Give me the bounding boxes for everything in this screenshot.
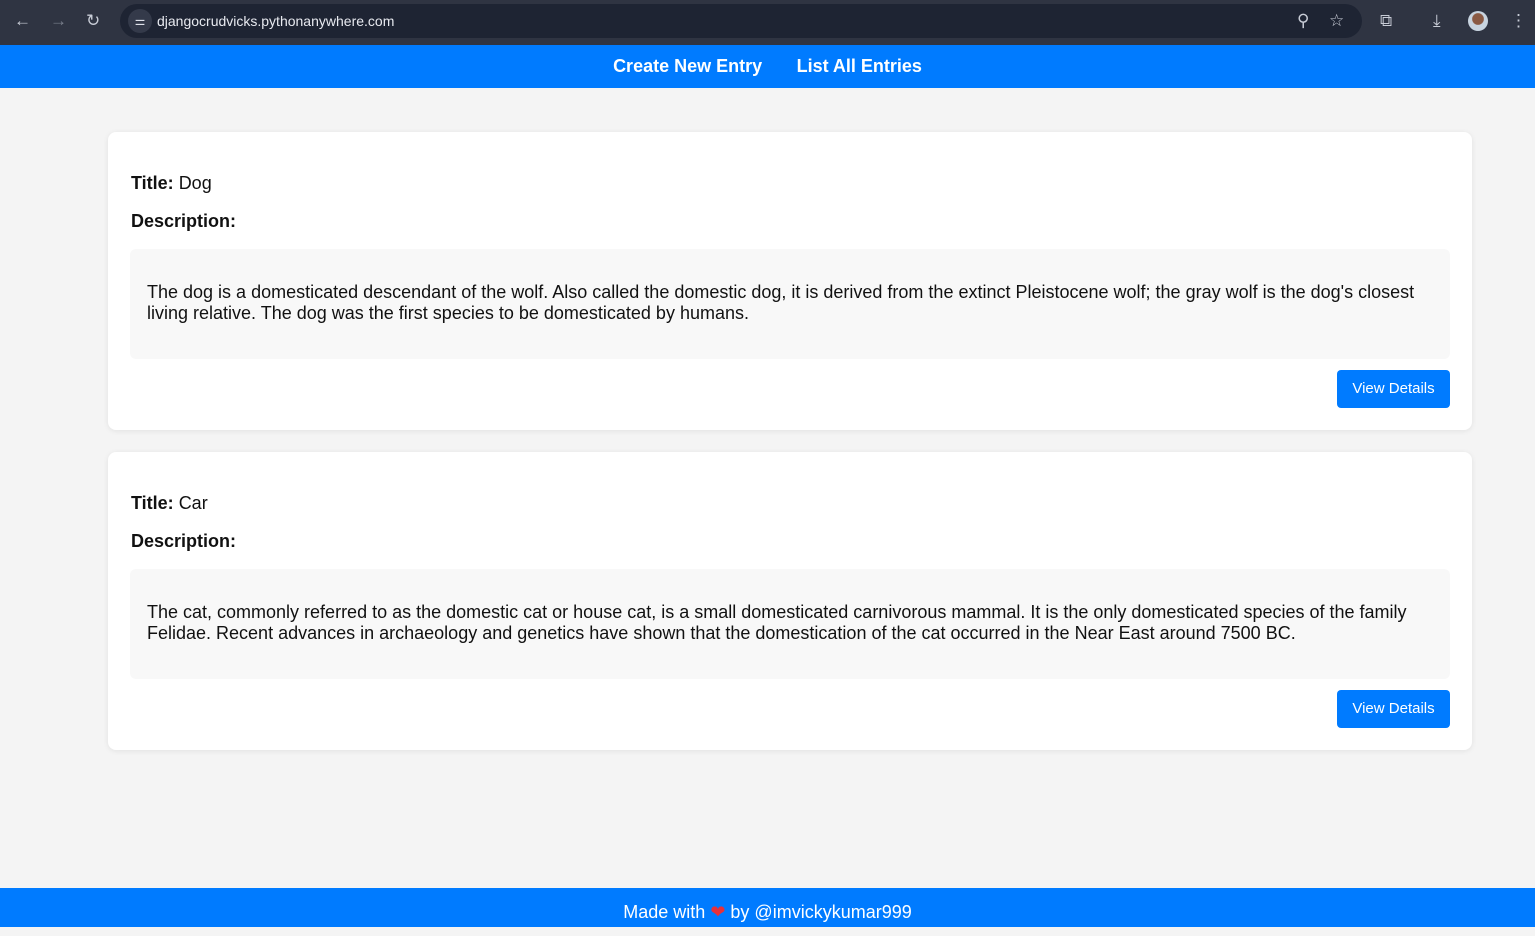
entry-card: Title: Car Description: The cat, commonl… (108, 452, 1472, 750)
view-details-button[interactable]: View Details (1337, 370, 1450, 408)
menu-icon[interactable]: ⋮ (1510, 10, 1527, 32)
heart-icon: ❤ (710, 902, 726, 922)
zoom-icon[interactable]: ⚲ (1297, 10, 1309, 32)
footer-author: by @imvickykumar999 (730, 902, 912, 922)
reload-icon[interactable]: ↻ (86, 10, 100, 32)
create-new-entry-link[interactable]: Create New Entry (613, 45, 762, 88)
bookmark-star-icon[interactable]: ☆ (1329, 10, 1344, 32)
entry-description: The dog is a domesticated descendant of … (130, 249, 1450, 359)
url-text: djangocrudvicks.pythonanywhere.com (157, 13, 395, 29)
list-all-entries-link[interactable]: List All Entries (797, 45, 922, 88)
download-icon[interactable]: ⤓ (1433, 10, 1441, 32)
view-details-button[interactable]: View Details (1337, 690, 1450, 728)
forward-icon[interactable]: → (50, 10, 67, 32)
extensions-icon[interactable]: ⧉ (1380, 10, 1392, 32)
entry-title: Title: Dog (131, 173, 212, 193)
footer: Made with ❤ by @imvickykumar999 (0, 888, 1535, 927)
description-label: Description: (131, 531, 237, 551)
description-label: Description: (131, 211, 237, 231)
address-bar[interactable]: ⚌ djangocrudvicks.pythonanywhere.com (120, 4, 1362, 38)
top-nav: Create New Entry List All Entries (0, 45, 1535, 88)
entry-description: The cat, commonly referred to as the dom… (130, 569, 1450, 679)
footer-made-with: Made with (623, 902, 706, 922)
browser-toolbar: ← → ↻ ⚌ djangocrudvicks.pythonanywhere.c… (0, 0, 1535, 45)
entry-title: Title: Car (131, 493, 208, 513)
profile-avatar[interactable] (1468, 11, 1488, 31)
back-icon[interactable]: ← (14, 10, 31, 32)
site-settings-icon[interactable]: ⚌ (128, 9, 152, 33)
entry-card: Title: Dog Description: The dog is a dom… (108, 132, 1472, 430)
